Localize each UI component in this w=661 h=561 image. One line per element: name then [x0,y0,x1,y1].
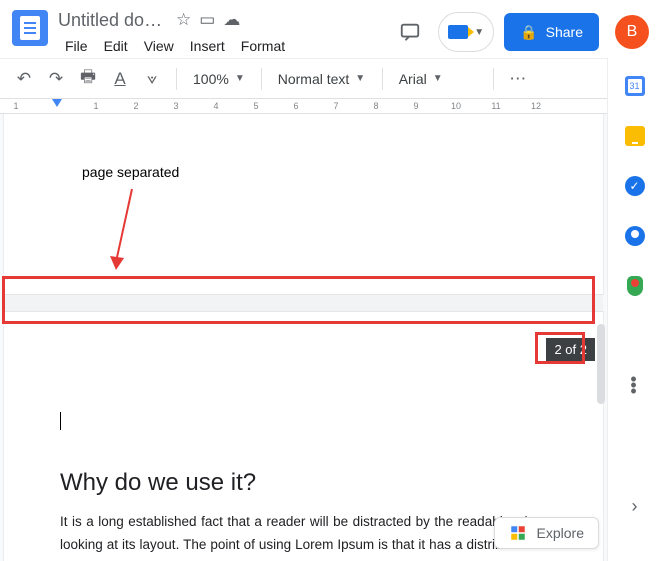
ruler-tick: 2 [133,101,138,111]
keep-icon[interactable] [625,126,645,146]
doc-body[interactable]: It is a long established fact that a rea… [60,511,547,561]
side-panel: ••• › [607,58,661,561]
collapse-panel-icon[interactable]: › [632,496,638,517]
zoom-dropdown[interactable]: 100% ▼ [187,65,251,93]
comments-icon[interactable] [392,14,428,50]
contacts-icon[interactable] [625,226,645,246]
style-value: Normal text [278,71,350,87]
menu-insert[interactable]: Insert [183,36,232,56]
chevron-down-icon: ▼ [235,73,245,84]
font-value: Arial [399,71,427,87]
scrollbar-thumb[interactable] [597,324,605,404]
explore-icon [509,524,527,542]
doc-heading[interactable]: Why do we use it? [60,469,547,497]
menu-file[interactable]: File [58,36,95,56]
menu-view[interactable]: View [137,36,181,56]
print-button[interactable]: 🖶 [74,65,102,93]
more-tools-button[interactable]: ⋯ [504,65,532,93]
account-avatar[interactable]: B [615,15,649,49]
maps-icon[interactable] [627,276,643,296]
zoom-value: 100% [193,71,229,87]
ruler-tick: 5 [253,101,258,111]
lock-icon: 🔒 [520,24,537,41]
ruler-tick: 1 [13,101,18,111]
ruler-tick: 1 [93,101,98,111]
share-button[interactable]: 🔒 Share [504,13,599,51]
menu-edit[interactable]: Edit [97,36,135,56]
annotation-box-large [2,276,595,324]
chevron-down-icon: ▼ [355,73,365,84]
indent-marker[interactable] [52,99,62,107]
tasks-icon[interactable] [625,176,645,196]
meet-button[interactable]: ▼ [438,12,494,52]
calendar-icon[interactable] [625,76,645,96]
redo-button[interactable]: ↷ [42,65,70,93]
move-icon[interactable]: ▭ [199,10,215,30]
chevron-down-icon: ▼ [433,73,443,84]
paint-format-button[interactable]: ⟇ [138,65,166,93]
addons-more-icon[interactable]: ••• [630,376,638,394]
share-label: Share [546,24,583,40]
annotation-arrow-icon [104,184,144,274]
menu-bar: File Edit View Insert Format [58,36,392,56]
ruler-tick: 8 [373,101,378,111]
styles-dropdown[interactable]: Normal text ▼ [272,65,372,93]
chevron-down-icon: ▼ [474,27,484,38]
ruler-tick: 11 [491,101,500,111]
ruler-tick: 12 [531,101,541,111]
ruler-tick: 4 [213,101,218,111]
explore-button[interactable]: Explore [494,517,599,549]
video-icon [448,25,468,39]
toolbar: ↶ ↷ 🖶 A ⟇ 100% ▼ Normal text ▼ Arial ▼ ⋯ [0,58,661,98]
docs-app-icon[interactable] [12,10,48,46]
annotation-label: page separated [82,164,179,180]
star-icon[interactable]: ☆ [176,10,191,30]
cloud-icon[interactable]: ☁ [223,10,240,30]
undo-button[interactable]: ↶ [10,65,38,93]
text-cursor [60,412,61,430]
font-dropdown[interactable]: Arial ▼ [393,65,483,93]
vertical-scrollbar[interactable] [597,124,605,444]
document-canvas[interactable]: page separated Why do we use it? It is a… [0,114,607,561]
page-indicator: 2 of 2 [546,338,595,361]
menu-format[interactable]: Format [234,36,292,56]
ruler-tick: 6 [293,101,298,111]
page-1-bottom[interactable]: page separated [4,114,603,294]
horizontal-ruler[interactable]: 1 1 2 3 4 5 6 7 8 9 10 11 12 [0,98,661,114]
spellcheck-button[interactable]: A [106,65,134,93]
ruler-tick: 7 [333,101,338,111]
explore-label: Explore [537,525,584,541]
ruler-tick: 3 [173,101,178,111]
doc-title[interactable]: Untitled doc... [58,10,168,31]
ruler-tick: 9 [413,101,418,111]
ruler-tick: 10 [451,101,461,111]
